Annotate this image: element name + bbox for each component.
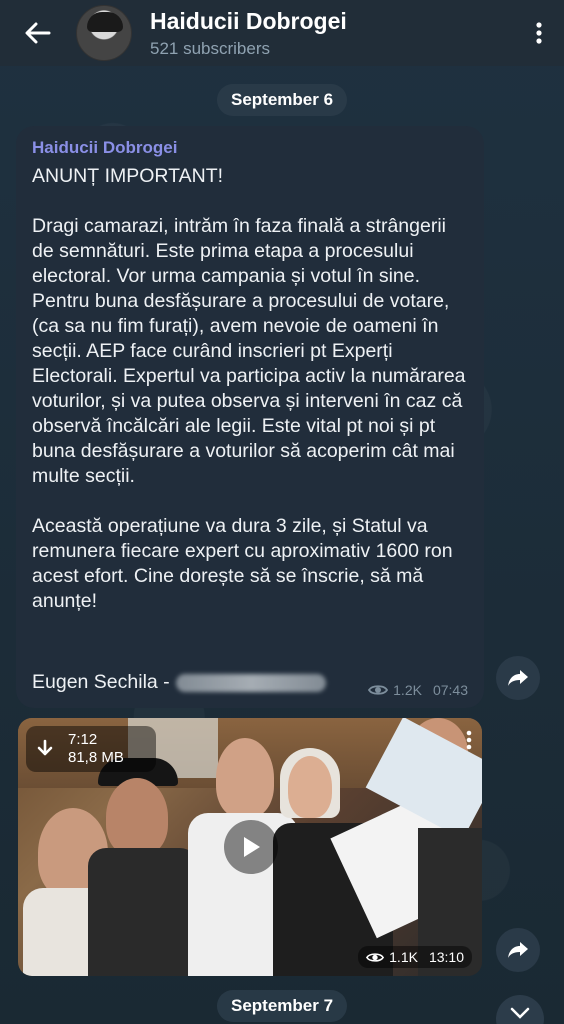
message-signature-row: Eugen Sechila - [32, 671, 326, 694]
eye-icon [368, 685, 389, 695]
header-menu-button[interactable] [514, 0, 564, 66]
message-meta: 1.2K 07:43 [368, 682, 468, 698]
message-time: 07:43 [432, 682, 468, 698]
channel-title-block[interactable]: Haiducii Dobrogei 521 subscribers [150, 8, 514, 59]
more-vertical-icon [536, 22, 542, 44]
video-download-badge[interactable]: 7:12 81,8 MB [26, 726, 156, 772]
video-view-count: 1.1K [389, 949, 418, 965]
message-bubble[interactable]: Haiducii Dobrogei ANUNȚ IMPORTANT! Dragi… [16, 126, 484, 708]
date-separator: September 7 [216, 990, 348, 1022]
video-menu-button[interactable] [466, 730, 472, 755]
play-button[interactable] [224, 820, 278, 874]
video-time: 13:10 [428, 949, 464, 965]
video-duration: 7:12 [68, 731, 98, 748]
video-info-text: 7:12 81,8 MB [68, 731, 124, 767]
download-icon [37, 739, 53, 756]
more-vertical-icon [466, 730, 472, 750]
share-forward-icon [508, 942, 528, 958]
channel-title: Haiducii Dobrogei [150, 7, 347, 34]
video-share-button[interactable] [496, 928, 540, 972]
channel-avatar[interactable] [76, 5, 132, 61]
message-author[interactable]: Haiducii Dobrogei [32, 138, 468, 158]
chat-header: Haiducii Dobrogei 521 subscribers [0, 0, 564, 66]
message-signature: Eugen Sechila - [32, 671, 170, 693]
view-count: 1.2K [393, 682, 422, 698]
eye-icon [366, 952, 385, 962]
video-size: 81,8 MB [68, 749, 124, 766]
play-icon [244, 837, 260, 857]
video-message[interactable]: 7:12 81,8 MB 1.1K 13:10 [18, 718, 482, 976]
share-button[interactable] [496, 656, 540, 700]
video-meta: 1.1K 13:10 [358, 946, 472, 968]
chevron-down-icon [510, 1007, 530, 1019]
back-arrow-icon [25, 22, 51, 44]
share-forward-icon [508, 670, 528, 686]
back-button[interactable] [0, 0, 76, 66]
date-separator: September 6 [216, 84, 348, 116]
message-text: ANUNȚ IMPORTANT! Dragi camarazi, intrăm … [32, 165, 466, 612]
subscriber-count: 521 subscribers [150, 38, 271, 58]
redacted-blur [175, 673, 326, 692]
